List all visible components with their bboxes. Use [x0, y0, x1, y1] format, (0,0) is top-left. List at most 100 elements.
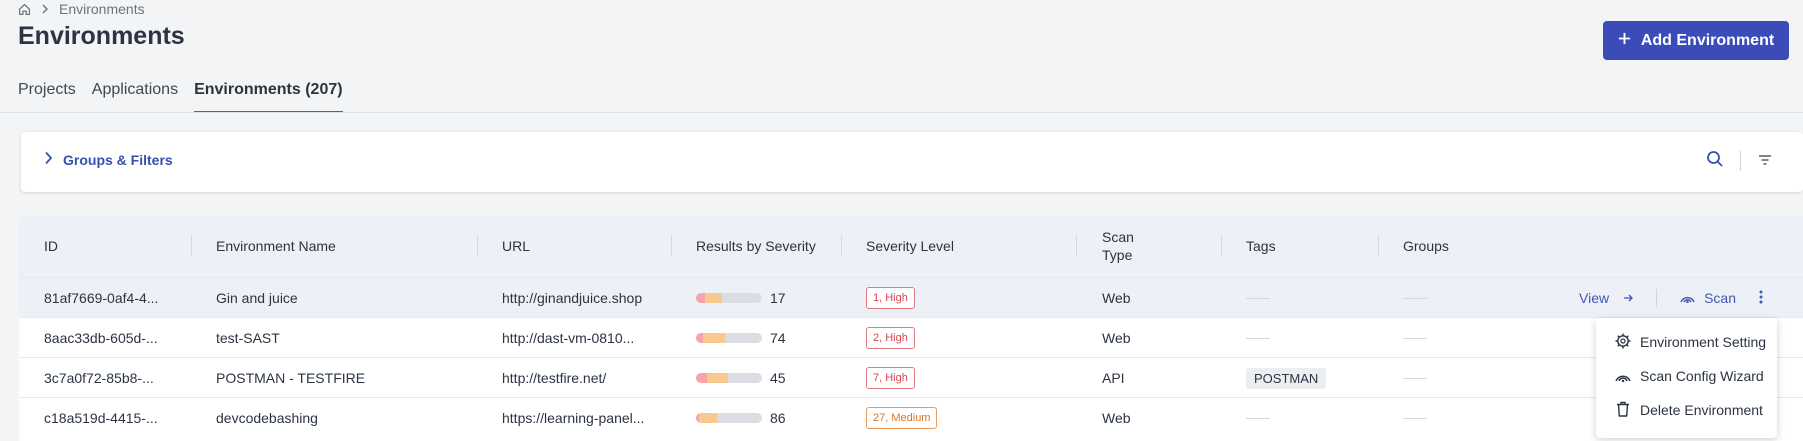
filter-lines-icon[interactable] — [1758, 153, 1772, 171]
row-context-menu: Environment Setting Scan Config Wizard D… — [1596, 318, 1777, 438]
severity-bar — [696, 333, 762, 343]
results-by-severity: 74 — [696, 318, 786, 358]
empty-dash — [1403, 417, 1427, 419]
row-tags — [1246, 278, 1270, 318]
menu-item-delete-environment[interactable]: Delete Environment — [1596, 393, 1777, 427]
severity-bar — [696, 293, 762, 303]
tag-chip: POSTMAN — [1246, 367, 1327, 389]
view-button[interactable]: View — [1579, 290, 1634, 306]
severity-level: 1, High — [866, 278, 915, 318]
table-row[interactable]: 81af7669-0af4-4... Gin and juice http://… — [19, 277, 1803, 317]
column-header-tags[interactable]: Tags — [1246, 215, 1276, 277]
menu-item-scan-config-wizard[interactable]: Scan Config Wizard — [1596, 359, 1777, 393]
row-scan-type: Web — [1102, 290, 1131, 306]
chevron-right-icon — [44, 151, 53, 168]
row-tags: POSTMAN — [1246, 358, 1327, 398]
column-header-scan-type[interactable]: Scan Type — [1102, 215, 1148, 277]
column-header-url[interactable]: URL — [502, 215, 530, 277]
gear-icon — [1614, 332, 1632, 353]
scan-button[interactable]: Scan — [1679, 290, 1736, 306]
row-groups — [1403, 278, 1427, 318]
breadcrumb-current: Environments — [59, 1, 145, 17]
column-header-results-by-severity[interactable]: Results by Severity — [696, 215, 816, 277]
severity-segment — [702, 333, 726, 343]
row-id: 8aac33db-605d-... — [44, 330, 158, 346]
row-groups — [1403, 358, 1427, 398]
table-row[interactable]: 8aac33db-605d-... test-SAST http://dast-… — [19, 317, 1803, 357]
row-id: c18a519d-4415-... — [44, 410, 158, 426]
results-by-severity: 17 — [696, 278, 786, 318]
severity-segment — [696, 333, 703, 343]
row-scan-type: Web — [1102, 330, 1131, 346]
severity-segment — [704, 293, 723, 303]
severity-badge: 2, High — [866, 327, 915, 349]
row-url: https://learning-panel... — [502, 410, 645, 426]
row-environment-name: POSTMAN - TESTFIRE — [216, 370, 366, 386]
severity-segment — [696, 293, 705, 303]
radar-icon — [1679, 290, 1696, 306]
severity-segment — [696, 373, 707, 383]
results-count: 17 — [770, 290, 786, 306]
results-count: 74 — [770, 330, 786, 346]
radar-icon — [1614, 368, 1632, 385]
table-row[interactable]: c18a519d-4415-... devcodebashing https:/… — [19, 397, 1803, 437]
tab-environments[interactable]: Environments (207) — [194, 72, 343, 113]
breadcrumb: Environments — [18, 0, 145, 18]
empty-dash — [1246, 297, 1270, 299]
menu-item-environment-setting[interactable]: Environment Setting — [1596, 325, 1777, 359]
column-header-id[interactable]: ID — [44, 215, 58, 277]
row-environment-name: Gin and juice — [216, 290, 298, 306]
results-by-severity: 86 — [696, 398, 786, 438]
row-id: 81af7669-0af4-4... — [44, 290, 159, 306]
row-scan-type: API — [1102, 370, 1125, 386]
row-groups — [1403, 398, 1427, 438]
menu-item-label: Environment Setting — [1640, 334, 1767, 350]
toolbar-divider — [1740, 151, 1741, 171]
column-separator — [1378, 235, 1379, 257]
menu-item-label: Scan Config Wizard — [1640, 368, 1764, 384]
row-url: http://dast-vm-0810... — [502, 330, 635, 346]
column-separator — [841, 235, 842, 257]
tab-bar: Projects Applications Environments (207) — [18, 72, 343, 113]
groups-filters-toggle[interactable]: Groups & Filters — [44, 151, 173, 168]
tab-applications[interactable]: Applications — [92, 72, 178, 113]
groups-filters-label: Groups & Filters — [63, 151, 173, 168]
severity-level: 27, Medium — [866, 398, 938, 438]
column-separator — [191, 235, 192, 257]
empty-dash — [1403, 337, 1427, 339]
column-separator — [1076, 235, 1077, 257]
column-header-severity-level[interactable]: Severity Level — [866, 215, 954, 277]
severity-level: 7, High — [866, 358, 915, 398]
row-url: http://ginandjuice.shop — [502, 290, 643, 306]
column-separator — [1221, 235, 1222, 257]
row-tags — [1246, 318, 1270, 358]
view-label: View — [1579, 290, 1610, 306]
tab-projects[interactable]: Projects — [18, 72, 76, 113]
row-id: 3c7a0f72-85b8-... — [44, 370, 154, 386]
tabs-divider — [0, 112, 1803, 113]
column-header-environment-name[interactable]: Environment Name — [216, 215, 336, 277]
empty-dash — [1246, 337, 1270, 339]
severity-badge: 1, High — [866, 287, 915, 309]
filters-panel: Groups & Filters — [21, 132, 1803, 192]
trash-icon — [1614, 400, 1632, 421]
chevron-right-icon — [41, 4, 49, 14]
add-environment-button[interactable]: Add Environment — [1603, 21, 1789, 60]
results-count: 45 — [770, 370, 786, 386]
more-options-icon[interactable] — [1758, 289, 1764, 308]
row-tags — [1246, 398, 1270, 438]
empty-dash — [1246, 417, 1270, 419]
column-header-groups[interactable]: Groups — [1403, 215, 1449, 277]
search-icon[interactable] — [1706, 150, 1724, 173]
row-environment-name: devcodebashing — [216, 410, 318, 426]
table-row[interactable]: 3c7a0f72-85b8-... POSTMAN - TESTFIRE htt… — [19, 357, 1803, 397]
menu-item-label: Delete Environment — [1640, 402, 1763, 418]
severity-segment — [706, 373, 728, 383]
arrow-right-icon — [1623, 290, 1634, 306]
environments-table: ID Environment Name URL Results by Sever… — [19, 215, 1803, 441]
home-icon[interactable] — [18, 3, 31, 16]
column-separator — [477, 235, 478, 257]
row-actions: View Scan — [1579, 278, 1764, 318]
row-scan-type: Web — [1102, 410, 1131, 426]
table-header: ID Environment Name URL Results by Sever… — [19, 215, 1803, 277]
